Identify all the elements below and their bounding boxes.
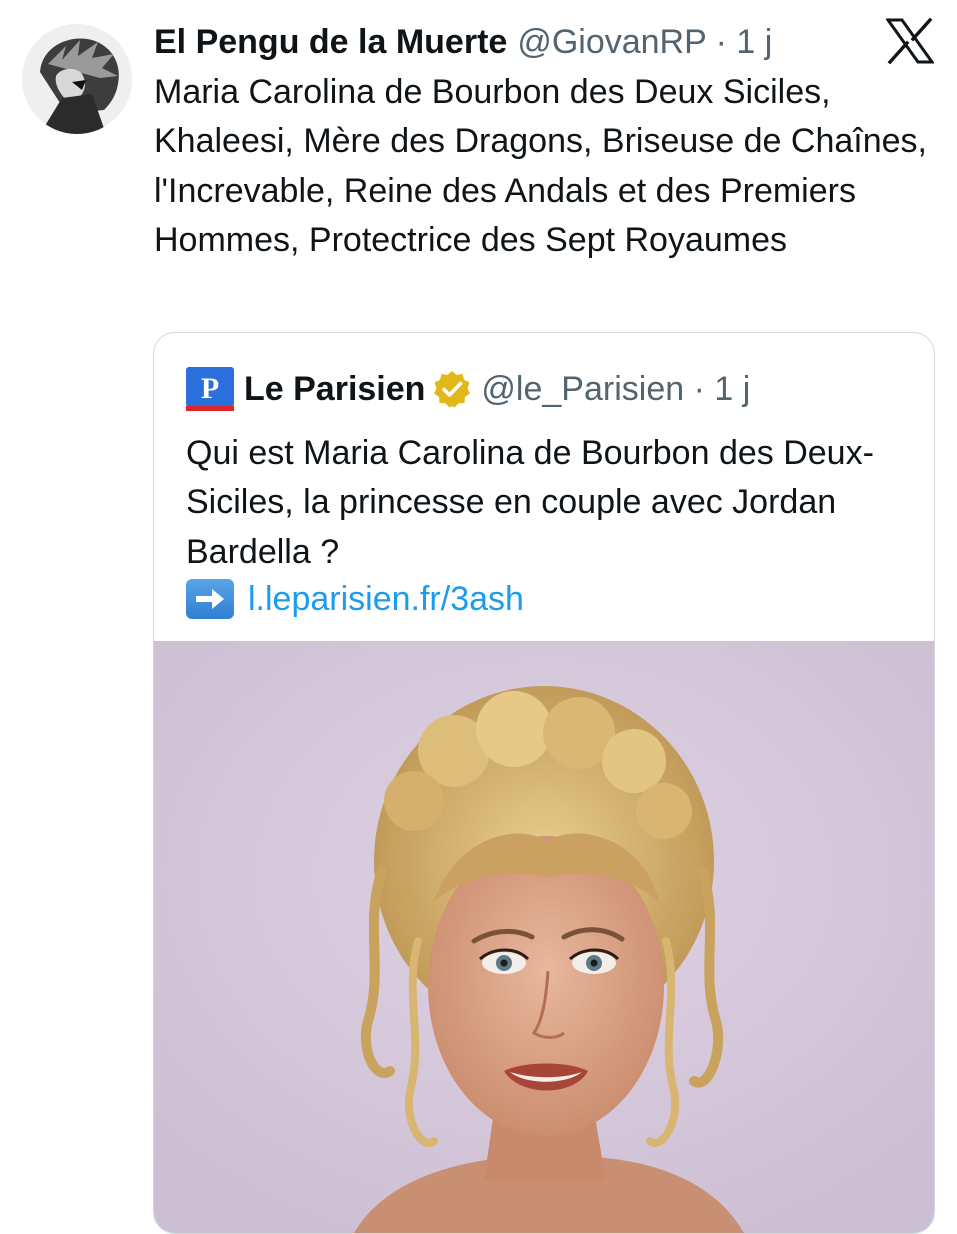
quoted-author-name[interactable]: Le Parisien [244, 370, 425, 409]
author-name[interactable]: El Pengu de la Muerte [154, 23, 507, 62]
gold-verified-badge-icon [433, 370, 471, 408]
tweet-header: El Pengu de la Muerte @GiovanRP · 1 j [154, 20, 772, 64]
logo-letter: P [201, 372, 219, 405]
quoted-tweet-card[interactable]: P Le Parisien @le_Parisien · 1 j Qui est… [153, 332, 935, 1234]
le-parisien-logo-icon[interactable]: P [186, 367, 234, 411]
x-logo-icon[interactable] [885, 17, 935, 65]
author-handle-timestamp[interactable]: @GiovanRP · 1 j [517, 23, 772, 62]
quoted-tweet-header: P Le Parisien @le_Parisien · 1 j [186, 367, 750, 411]
quoted-link-line: l.leparisien.fr/3ash [186, 576, 524, 622]
article-photo-image[interactable] [154, 641, 934, 1233]
profile-avatar-icon [22, 24, 132, 134]
quoted-author-handle-timestamp[interactable]: @le_Parisien · 1 j [481, 370, 750, 409]
quoted-tweet-text: Qui est Maria Carolina de Bourbon des De… [186, 434, 874, 571]
avatar[interactable] [22, 24, 132, 134]
tweet-text: Maria Carolina de Bourbon des Deux Sicil… [154, 73, 927, 259]
article-link[interactable]: l.leparisien.fr/3ash [248, 580, 524, 619]
right-arrow-emoji-icon [186, 579, 234, 619]
